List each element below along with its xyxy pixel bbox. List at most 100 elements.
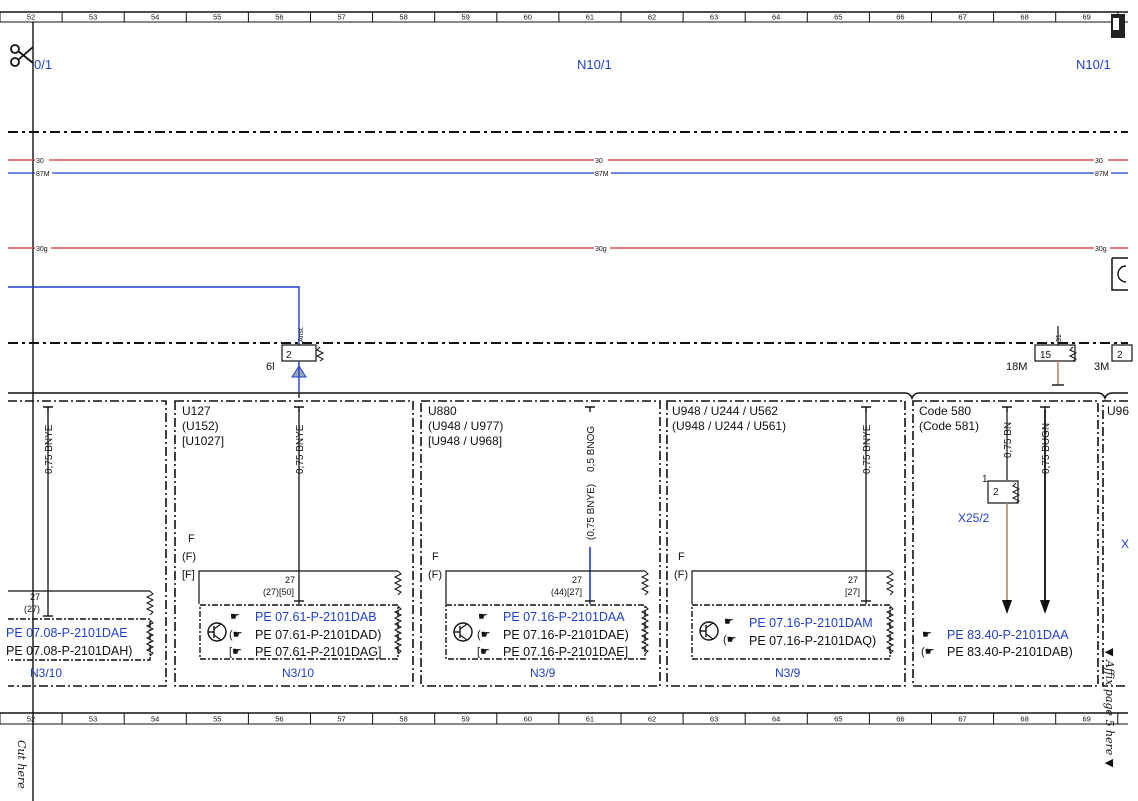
- line-30g-label: 30g: [1095, 246, 1107, 253]
- doc-ref: PE 07.61-P-2101DAG]: [255, 645, 381, 659]
- connector-18m: 15 18M 31: [1006, 326, 1078, 386]
- ruler-label: 60: [524, 715, 532, 724]
- hand-pointer-icon: ☛: [922, 629, 932, 641]
- bus-bracket: [8, 392, 1128, 401]
- doc-ref: PE 07.16-P-2101DAE): [503, 628, 629, 642]
- ruler-label: 60: [524, 13, 532, 22]
- ruler-label: 63: [710, 13, 718, 22]
- ruler-label: 69: [1083, 13, 1091, 22]
- doc-ref: PE 07.08-P-2101DAH): [6, 644, 132, 658]
- ruler-label: 68: [1020, 715, 1028, 724]
- panel-n3-10-b: U127 (U152) [U1027] 0,75 BNYE F (F) [F] …: [182, 404, 403, 680]
- module-label: N3/10: [30, 666, 62, 680]
- fuse-label: F: [432, 551, 439, 563]
- pin-label: (27): [24, 604, 40, 614]
- ruler-label: 57: [337, 13, 345, 22]
- wire-label: 0,75 BN: [1003, 422, 1014, 458]
- ruler-label: 53: [89, 715, 97, 724]
- doc-ref-link[interactable]: PE 07.16-P-2101DAM: [749, 616, 873, 630]
- cut-here-label: Cut here: [15, 740, 28, 789]
- ruler-label: 54: [151, 715, 159, 724]
- hand-pointer-icon: [☛: [229, 646, 242, 658]
- panel-n3-9-b: U948 / U244 / U562 (U948 / U244 / U561) …: [672, 404, 895, 680]
- variant-code: (U948 / U977): [428, 419, 503, 433]
- ruler-label: 62: [648, 715, 656, 724]
- hand-pointer-icon: (☛: [723, 634, 737, 646]
- connector-6l: 2 6l Anst.: [266, 326, 325, 392]
- pin-label: 27: [285, 575, 295, 585]
- pin-label: [27]: [845, 587, 860, 597]
- ruler-label: 68: [1020, 13, 1028, 22]
- pin-label: 2: [993, 487, 999, 498]
- variant-code: [U948 / U968]: [428, 434, 502, 448]
- supply-line-87m: 87M 87M 87M: [8, 168, 1128, 178]
- transistor-icon: [699, 621, 719, 641]
- transistor-icon: [453, 622, 473, 642]
- wire-label: 31: [1056, 334, 1063, 342]
- line-30-label: 30: [36, 158, 44, 165]
- doc-ref-link[interactable]: PE 07.61-P-2101DAB: [255, 610, 377, 624]
- variant-code: U96: [1107, 404, 1129, 418]
- variant-code: U127: [182, 404, 211, 418]
- doc-ref: PE 07.61-P-2101DAD): [255, 628, 381, 642]
- connector-pin: 2: [286, 350, 292, 361]
- connector-label: 18M: [1006, 361, 1027, 373]
- fuse-label: (F): [182, 551, 196, 563]
- line-87m-label: 87M: [36, 171, 50, 178]
- top-ruler: 52 53 54 55 56 57 58 59 60 61 62 63 64 65 66 67 68 69: [0, 11, 1128, 23]
- panel-partial: U96 X: [1107, 404, 1129, 551]
- supply-line-30: 30 30 30: [8, 155, 1128, 165]
- wire-label: (0,75 BNYE): [586, 484, 597, 540]
- variant-code: U880: [428, 404, 457, 418]
- connector-pin: 2: [1117, 350, 1123, 361]
- panel-n3-10-a: 0,75 BNYE 27 (27) PE 07.08-P-2101DAE PE …: [6, 406, 155, 680]
- pin-label: (44)[27]: [551, 587, 582, 597]
- wire-label: 0,5 BNOG: [586, 426, 597, 472]
- hand-pointer-icon: (☛: [921, 646, 935, 658]
- affix-page-label: ▼ Affix page 5 here ▼: [1103, 648, 1116, 768]
- hand-pointer-icon: [☛: [477, 646, 490, 658]
- ruler-label: 64: [772, 13, 780, 22]
- line-30-label: 30: [595, 158, 603, 165]
- line-87m-label: 87M: [1095, 171, 1109, 178]
- ruler-label: 52: [27, 13, 35, 22]
- panel-code-580: Code 580 (Code 581) 0,75 BN 0,75 BUGN 1 …: [919, 404, 1073, 659]
- ruler-label: 58: [399, 715, 407, 724]
- ruler-label: 64: [772, 715, 780, 724]
- doc-ref-link[interactable]: PE 07.08-P-2101DAE: [6, 626, 128, 640]
- ruler-label: 66: [896, 13, 904, 22]
- wiring-diagram: 52 53 54 55 56 57 58 59 60 61 62 63 64 65 66 67 68 69 52 5…: [0, 11, 1133, 801]
- variant-code: Code 580: [919, 404, 971, 418]
- page-corner-icon: [1111, 14, 1125, 38]
- doc-ref: PE 83.40-P-2101DAB): [947, 645, 1073, 659]
- scissors-icon: [10, 44, 34, 67]
- ruler-label: 52: [27, 715, 35, 724]
- doc-ref-link[interactable]: PE 07.16-P-2101DAA: [503, 610, 625, 624]
- bottom-ruler: 52 53 54 55 56 57 58 59 60 61 62 63 64 65 66 67 68 69: [0, 712, 1128, 725]
- ruler-label: 61: [586, 715, 594, 724]
- ruler-label: 67: [958, 13, 966, 22]
- ruler-label: 59: [462, 715, 470, 724]
- signal-wire: [8, 286, 300, 346]
- variant-code: (U948 / U244 / U561): [672, 419, 786, 433]
- ruler-label: 62: [648, 13, 656, 22]
- variant-code: U948 / U244 / U562: [672, 404, 778, 418]
- pin-label: 1: [982, 474, 988, 485]
- doc-ref: PE 07.16-P-2101DAQ): [749, 634, 876, 648]
- ruler-label: 56: [275, 715, 283, 724]
- fuse-label: F: [188, 533, 195, 545]
- supply-line-30g: 30g 30g 30g: [8, 243, 1128, 253]
- connector-label: X25/2: [958, 511, 990, 525]
- fuse-label: [F]: [182, 569, 195, 581]
- connector-label: 3M: [1094, 361, 1109, 373]
- pin-label: 27: [30, 592, 40, 602]
- line-30g-label: 30g: [595, 246, 607, 253]
- connector-label: X: [1121, 537, 1129, 551]
- ruler-label: 67: [958, 715, 966, 724]
- ruler-label: 65: [834, 715, 842, 724]
- doc-ref-link[interactable]: PE 83.40-P-2101DAA: [947, 628, 1069, 642]
- ruler-label: 63: [710, 715, 718, 724]
- n10-right-label: N10/1: [1076, 57, 1111, 72]
- line-30g-label: 30g: [36, 246, 48, 253]
- ruler-label: 57: [337, 715, 345, 724]
